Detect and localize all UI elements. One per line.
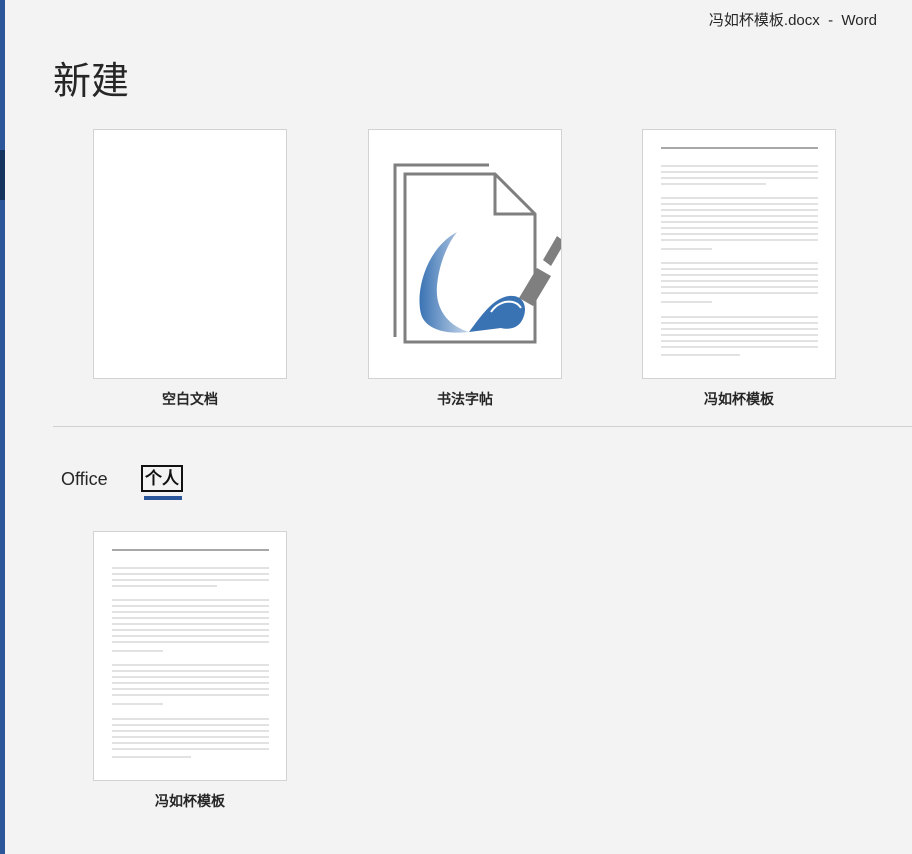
calligraphy-thumbnail [368, 129, 562, 379]
blank-page-thumbnail [93, 129, 287, 379]
calligraphy-brush-icon [393, 163, 561, 344]
document-preview-thumbnail [642, 129, 836, 379]
template-blank-document[interactable]: 空白文档 [93, 129, 288, 409]
text-lines-preview [661, 147, 818, 356]
template-label: 空白文档 [162, 392, 218, 408]
window-title: 冯如杯模板.docx - Word [708, 12, 877, 29]
text-lines-preview [112, 549, 269, 758]
tab-personal[interactable]: 个人 [141, 465, 183, 492]
personal-template-fengrubei[interactable]: 冯如杯模板 [93, 531, 288, 811]
tab-office[interactable]: Office [61, 469, 108, 490]
left-rail-selected-marker [0, 150, 5, 200]
section-divider [53, 426, 912, 427]
template-calligraphy[interactable]: 书法字帖 [368, 129, 563, 409]
template-label: 冯如杯模板 [155, 794, 225, 810]
template-label: 书法字帖 [437, 392, 493, 408]
template-fengrubei[interactable]: 冯如杯模板 [642, 129, 837, 409]
document-preview-thumbnail [93, 531, 287, 781]
backstage-left-rail [0, 0, 5, 854]
template-label: 冯如杯模板 [704, 392, 774, 408]
page-title: 新建 [53, 59, 130, 103]
tab-personal-selected-indicator [144, 496, 182, 500]
